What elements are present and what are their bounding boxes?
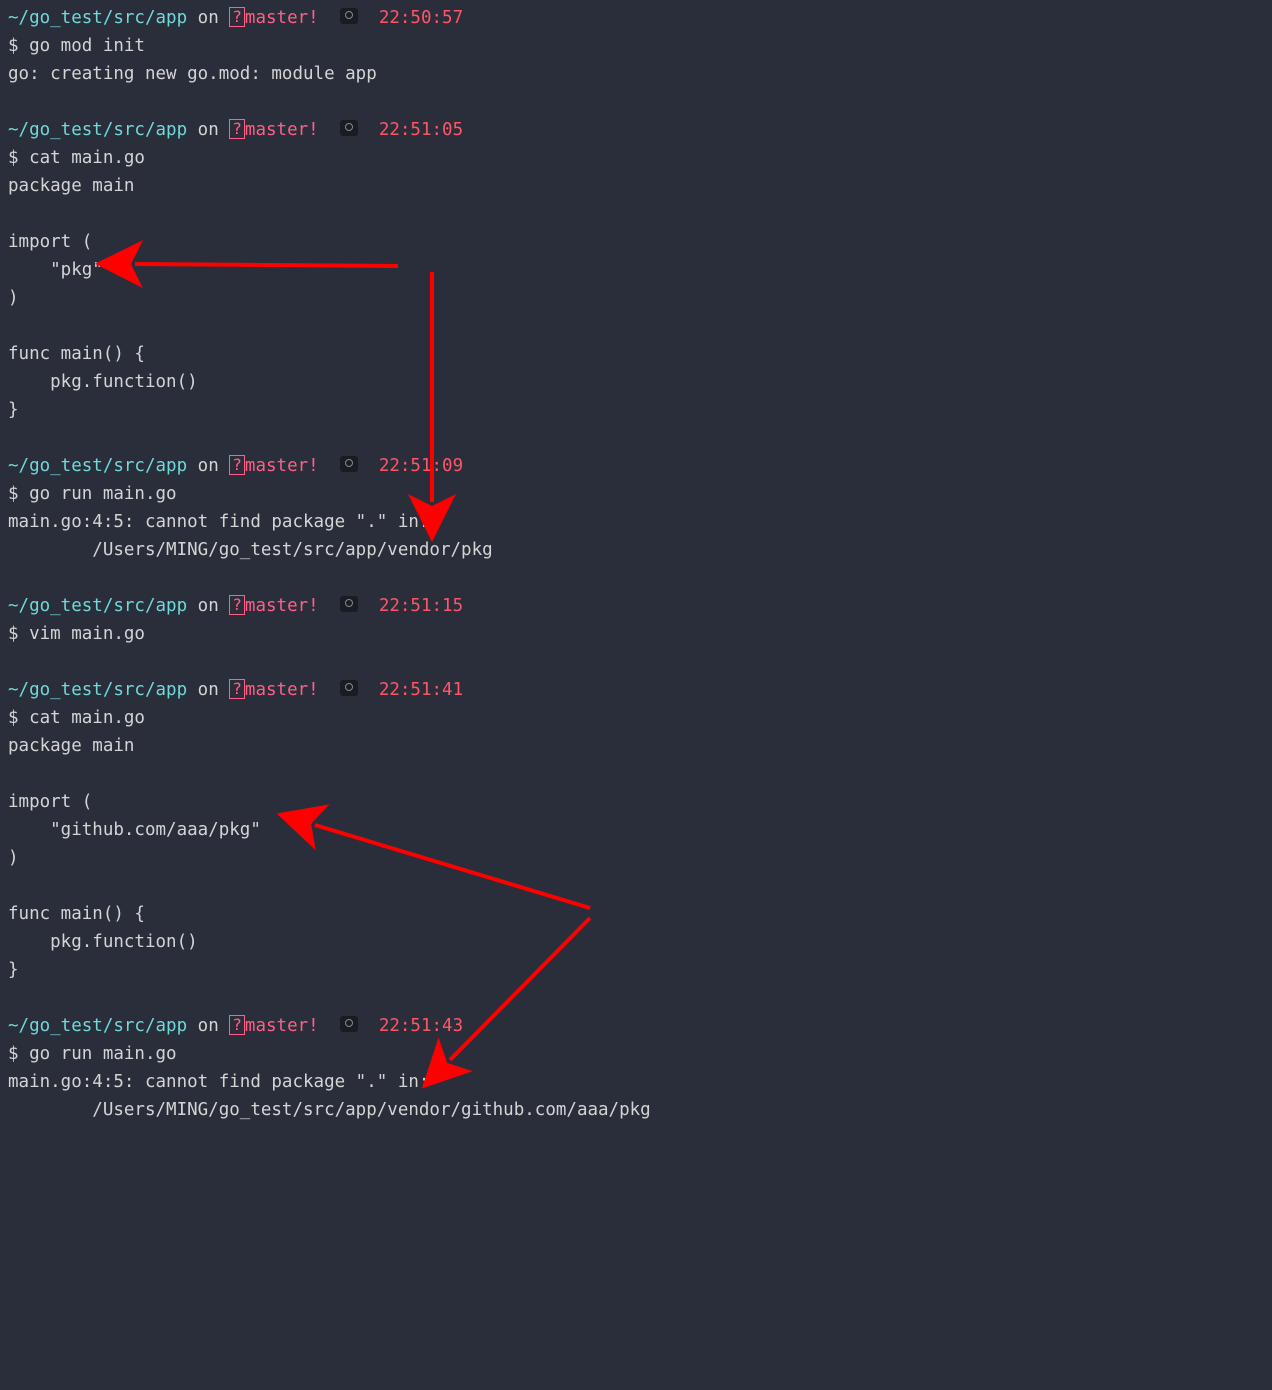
on-text: on	[187, 1016, 229, 1036]
clock-icon	[340, 120, 358, 136]
prompt-line: ~/go_test/src/app on ?master! 22:51:05	[8, 116, 1264, 144]
clock-icon	[340, 1016, 358, 1032]
command-line[interactable]: $ go run main.go	[8, 1040, 1264, 1068]
stdout-line: import (	[8, 788, 1264, 816]
stdout-line: import (	[8, 228, 1264, 256]
prompt-line: ~/go_test/src/app on ?master! 22:51:15	[8, 592, 1264, 620]
clock-icon	[340, 8, 358, 24]
stdout-line: /Users/MING/go_test/src/app/vendor/githu…	[8, 1096, 1264, 1124]
branch-mark-icon: ?	[229, 7, 245, 27]
clock-icon	[340, 456, 358, 472]
git-branch: master	[245, 8, 308, 28]
git-branch: master	[245, 120, 308, 140]
on-text: on	[187, 596, 229, 616]
prompt-line: ~/go_test/src/app on ?master! 22:51:41	[8, 676, 1264, 704]
timestamp: 22:51:15	[379, 596, 463, 616]
branch-mark-icon: ?	[229, 1015, 245, 1035]
cwd-path: ~/go_test/src/app	[8, 456, 187, 476]
stdout-line: /Users/MING/go_test/src/app/vendor/pkg	[8, 536, 1264, 564]
cwd-path: ~/go_test/src/app	[8, 120, 187, 140]
stdout-line	[8, 648, 1264, 676]
stdout-line	[8, 564, 1264, 592]
stdout-line	[8, 424, 1264, 452]
stdout-line	[8, 984, 1264, 1012]
on-text: on	[187, 680, 229, 700]
stdout-line: package main	[8, 172, 1264, 200]
clock-icon	[340, 596, 358, 612]
timestamp: 22:51:09	[379, 456, 463, 476]
stdout-line: package main	[8, 732, 1264, 760]
stdout-line	[8, 312, 1264, 340]
command-line[interactable]: $ cat main.go	[8, 144, 1264, 172]
stdout-line	[8, 872, 1264, 900]
on-text: on	[187, 8, 229, 28]
stdout-line	[8, 760, 1264, 788]
git-branch: master	[245, 456, 308, 476]
branch-mark-icon: ?	[229, 455, 245, 475]
stdout-line: main.go:4:5: cannot find package "." in:	[8, 508, 1264, 536]
git-branch: master	[245, 1016, 308, 1036]
dirty-indicator: !	[308, 680, 340, 700]
git-branch: master	[245, 680, 308, 700]
dirty-indicator: !	[308, 120, 340, 140]
stdout-line: "pkg"	[8, 256, 1264, 284]
dirty-indicator: !	[308, 456, 340, 476]
stdout-line: func main() {	[8, 900, 1264, 928]
timestamp: 22:51:43	[379, 1016, 463, 1036]
cwd-path: ~/go_test/src/app	[8, 596, 187, 616]
stdout-line: )	[8, 844, 1264, 872]
stdout-line: pkg.function()	[8, 368, 1264, 396]
stdout-line: "github.com/aaa/pkg"	[8, 816, 1264, 844]
stdout-line	[8, 88, 1264, 116]
clock-icon	[340, 680, 358, 696]
branch-mark-icon: ?	[229, 595, 245, 615]
prompt-line: ~/go_test/src/app on ?master! 22:51:43	[8, 1012, 1264, 1040]
cwd-path: ~/go_test/src/app	[8, 8, 187, 28]
on-text: on	[187, 456, 229, 476]
cwd-path: ~/go_test/src/app	[8, 1016, 187, 1036]
terminal-output: ~/go_test/src/app on ?master! 22:50:57$ …	[8, 4, 1264, 1124]
dirty-indicator: !	[308, 8, 340, 28]
on-text: on	[187, 120, 229, 140]
prompt-line: ~/go_test/src/app on ?master! 22:51:09	[8, 452, 1264, 480]
timestamp: 22:51:41	[379, 680, 463, 700]
cwd-path: ~/go_test/src/app	[8, 680, 187, 700]
prompt-line: ~/go_test/src/app on ?master! 22:50:57	[8, 4, 1264, 32]
git-branch: master	[245, 596, 308, 616]
stdout-line: )	[8, 284, 1264, 312]
stdout-line	[8, 200, 1264, 228]
command-line[interactable]: $ go run main.go	[8, 480, 1264, 508]
stdout-line: pkg.function()	[8, 928, 1264, 956]
stdout-line: main.go:4:5: cannot find package "." in:	[8, 1068, 1264, 1096]
stdout-line: }	[8, 956, 1264, 984]
stdout-line: go: creating new go.mod: module app	[8, 60, 1264, 88]
branch-mark-icon: ?	[229, 119, 245, 139]
timestamp: 22:50:57	[379, 8, 463, 28]
stdout-line: }	[8, 396, 1264, 424]
dirty-indicator: !	[308, 596, 340, 616]
command-line[interactable]: $ go mod init	[8, 32, 1264, 60]
timestamp: 22:51:05	[379, 120, 463, 140]
command-line[interactable]: $ cat main.go	[8, 704, 1264, 732]
stdout-line: func main() {	[8, 340, 1264, 368]
command-line[interactable]: $ vim main.go	[8, 620, 1264, 648]
dirty-indicator: !	[308, 1016, 340, 1036]
branch-mark-icon: ?	[229, 679, 245, 699]
